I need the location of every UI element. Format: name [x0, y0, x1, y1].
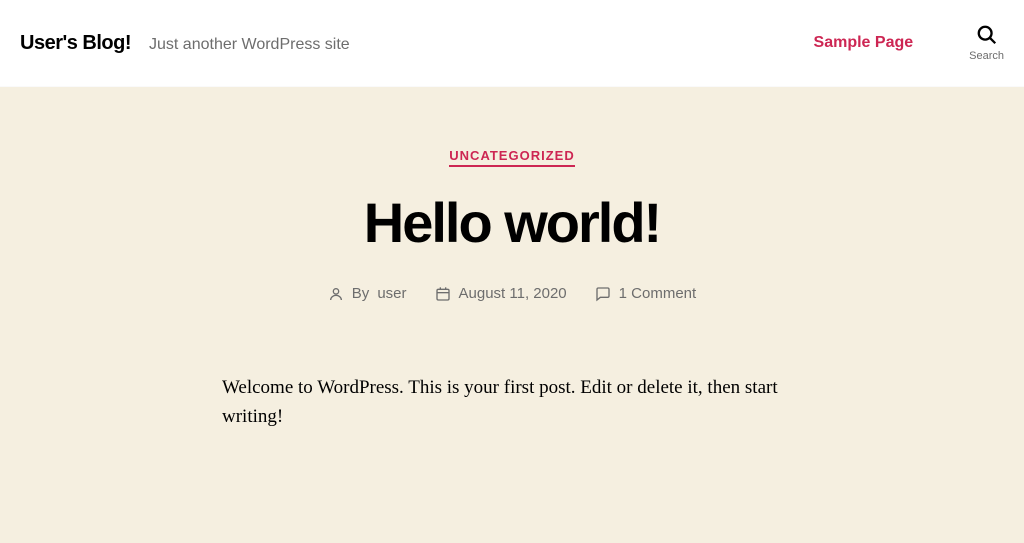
content-area: UNCATEGORIZED Hello world! By user [0, 87, 1024, 543]
site-tagline: Just another WordPress site [149, 36, 350, 54]
calendar-icon [435, 286, 451, 302]
header-left: User's Blog! Just another WordPress site [20, 32, 350, 55]
post-meta: By user August 11, 2020 [222, 285, 802, 302]
nav-sample-page[interactable]: Sample Page [814, 34, 914, 52]
post-comments-link[interactable]: 1 Comment [619, 285, 697, 302]
post-author-link[interactable]: user [377, 285, 406, 302]
site-title[interactable]: User's Blog! [20, 32, 131, 55]
post-body: Welcome to WordPress. This is your first… [222, 374, 802, 431]
post: UNCATEGORIZED Hello world! By user [222, 147, 802, 431]
post-date: August 11, 2020 [459, 285, 567, 302]
post-author-meta: By user [328, 285, 407, 302]
post-title[interactable]: Hello world! [222, 195, 802, 251]
post-comments-meta: 1 Comment [595, 285, 697, 302]
post-category-link[interactable]: UNCATEGORIZED [449, 148, 574, 167]
header-right: Sample Page Search [814, 24, 1004, 62]
search-label: Search [969, 50, 1004, 62]
post-date-meta: August 11, 2020 [435, 285, 567, 302]
search-icon [976, 24, 998, 46]
user-icon [328, 286, 344, 302]
by-label: By [352, 285, 370, 302]
comment-icon [595, 286, 611, 302]
site-header: User's Blog! Just another WordPress site… [0, 0, 1024, 87]
search-button[interactable]: Search [969, 24, 1004, 62]
